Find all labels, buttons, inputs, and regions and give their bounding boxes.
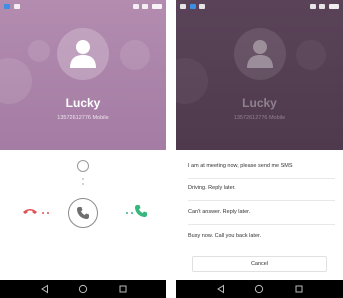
answer-controls <box>0 150 166 280</box>
caller-name: Lucky <box>65 96 101 110</box>
phone-icon <box>77 207 89 219</box>
warning-icon <box>199 4 206 9</box>
back-triangle-icon[interactable] <box>40 284 50 294</box>
caller-info-panel: Lucky 13572612776 Mobile <box>0 0 166 150</box>
message-circle-icon[interactable] <box>77 160 89 172</box>
swipe-hint-dot <box>82 178 84 180</box>
phone-hangup-icon[interactable] <box>22 206 38 218</box>
swipe-hint-dot <box>47 212 49 214</box>
quick-reply-option[interactable]: I am at meeting now, please send me SMS <box>188 160 335 172</box>
quick-reply-sheet: I am at meeting now, please send me SMS … <box>176 150 343 280</box>
quick-reply-option[interactable]: Driving. Reply later. <box>188 182 335 194</box>
caller-avatar <box>57 28 109 80</box>
quick-reply-option[interactable]: Busy now. Call you back later. <box>188 230 335 242</box>
quick-reply-screen: Lucky 13572612776 Mobile I am at meeting… <box>176 0 343 298</box>
swipe-hint-dot <box>42 212 44 214</box>
answer-button[interactable] <box>68 198 98 228</box>
navigation-bar <box>0 280 166 298</box>
battery-icon <box>152 4 162 9</box>
recents-square-icon[interactable] <box>294 284 304 294</box>
notification-icon <box>180 4 186 9</box>
caller-number: 13572612776 Mobile <box>233 115 286 121</box>
swipe-hint-dot <box>82 183 84 185</box>
wifi-icon <box>309 4 316 9</box>
background-bubble <box>120 40 150 70</box>
incoming-call-screen: Lucky 13572612776 Mobile <box>0 0 166 298</box>
caller-info-panel: Lucky 13572612776 Mobile <box>176 0 343 150</box>
background-bubble <box>296 40 326 70</box>
caller-avatar <box>233 28 286 80</box>
swipe-hint-dot <box>126 212 128 214</box>
phone-accept-icon[interactable] <box>134 204 148 218</box>
home-circle-icon[interactable] <box>78 284 88 294</box>
home-circle-icon[interactable] <box>254 284 264 294</box>
recents-square-icon[interactable] <box>118 284 128 294</box>
divider <box>188 178 335 179</box>
status-bar <box>176 0 343 14</box>
navigation-bar <box>176 280 343 298</box>
swipe-hint-dot <box>131 212 133 214</box>
divider <box>188 200 335 201</box>
caller-name: Lucky <box>242 96 277 110</box>
cancel-button[interactable]: Cancel <box>192 256 327 272</box>
person-icon <box>246 40 273 68</box>
notification-icon <box>189 4 196 9</box>
back-triangle-icon[interactable] <box>216 284 226 294</box>
quick-reply-option[interactable]: Can't answer. Reply later. <box>188 206 335 218</box>
person-icon <box>70 40 96 68</box>
signal-icon <box>319 4 326 9</box>
background-bubble <box>28 40 50 62</box>
divider <box>188 224 335 225</box>
signal-icon <box>142 4 149 9</box>
notification-icon <box>4 4 10 9</box>
status-bar <box>0 0 166 14</box>
battery-icon <box>329 4 339 9</box>
wifi-icon <box>132 4 139 9</box>
caller-number: 13572612776 Mobile <box>57 115 109 121</box>
notification-icon <box>13 4 20 9</box>
